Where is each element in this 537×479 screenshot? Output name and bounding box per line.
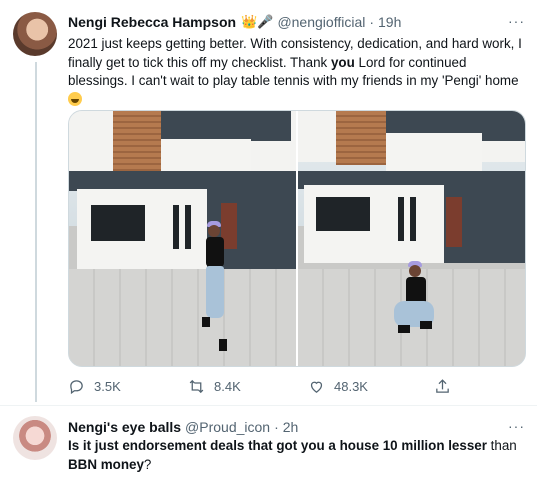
share-icon bbox=[436, 378, 449, 393]
reply-icon bbox=[70, 379, 83, 394]
slit-window bbox=[185, 205, 191, 249]
balcony-wall bbox=[386, 133, 482, 173]
reply-count: 3.5K bbox=[94, 378, 121, 394]
tweet-text-bold: you bbox=[330, 54, 355, 70]
grin-emoji-icon bbox=[68, 91, 82, 106]
tweet-header: Nengi Rebecca Hampson 👑🎤 @nengiofficial … bbox=[68, 13, 525, 31]
tweet-text: 2021 just keeps getting better. With con… bbox=[68, 35, 528, 109]
reply-text-bold: Is it just endorsement deals that got yo… bbox=[68, 438, 487, 453]
wood-cladding bbox=[113, 111, 161, 171]
tweet-media[interactable] bbox=[68, 110, 526, 367]
separator-dot: · bbox=[369, 14, 375, 30]
reply-author-name[interactable]: Nengi's eye balls bbox=[68, 419, 181, 435]
like-button[interactable]: 48.3K bbox=[308, 378, 368, 395]
photo-left[interactable] bbox=[69, 111, 296, 366]
door bbox=[446, 197, 462, 247]
share-button[interactable] bbox=[434, 378, 451, 395]
wood-cladding bbox=[336, 111, 386, 165]
reply-text: Is it just endorsement deals that got yo… bbox=[68, 437, 528, 474]
retweet-button[interactable]: 8.4K bbox=[188, 378, 241, 395]
reply-time[interactable]: 2h bbox=[283, 419, 299, 435]
reply-text-end: ? bbox=[143, 456, 152, 472]
separator-dot: · bbox=[274, 419, 279, 435]
ground-window bbox=[316, 197, 370, 231]
reply-header: Nengi's eye balls @Proud_icon · 2h ··· bbox=[68, 418, 525, 436]
upper-windows bbox=[161, 111, 291, 141]
tweet-actions: 3.5K 8.4K 48.3K bbox=[68, 376, 528, 396]
retweet-count: 8.4K bbox=[214, 378, 241, 394]
more-icon[interactable]: ··· bbox=[508, 13, 525, 29]
author-avatar[interactable] bbox=[13, 12, 57, 56]
floor-band bbox=[69, 171, 296, 191]
slit-window bbox=[398, 197, 404, 241]
like-count: 48.3K bbox=[334, 378, 368, 394]
thread-line bbox=[35, 62, 37, 402]
reply-text-mid: than bbox=[486, 438, 517, 453]
slit-window bbox=[410, 197, 416, 241]
more-icon[interactable]: ··· bbox=[508, 418, 525, 434]
like-icon bbox=[310, 381, 323, 393]
retweet-icon bbox=[189, 379, 204, 393]
divider bbox=[0, 405, 537, 406]
reply-author-handle[interactable]: @Proud_icon bbox=[185, 419, 270, 435]
reply-button[interactable]: 3.5K bbox=[68, 378, 121, 395]
ground-window bbox=[91, 205, 145, 241]
tweet-time[interactable]: 19h bbox=[378, 14, 401, 30]
paving bbox=[69, 269, 296, 366]
reply-avatar[interactable] bbox=[13, 416, 57, 460]
author-name[interactable]: Nengi Rebecca Hampson bbox=[68, 14, 236, 30]
tweet[interactable]: Nengi Rebecca Hampson 👑🎤 @nengiofficial … bbox=[0, 0, 537, 405]
reply-text-bold2: BBN money bbox=[68, 456, 144, 472]
name-badges: 👑🎤 bbox=[241, 14, 274, 29]
author-handle[interactable]: @nengiofficial bbox=[277, 14, 365, 30]
slit-window bbox=[173, 205, 179, 249]
photo-right[interactable] bbox=[298, 111, 525, 366]
